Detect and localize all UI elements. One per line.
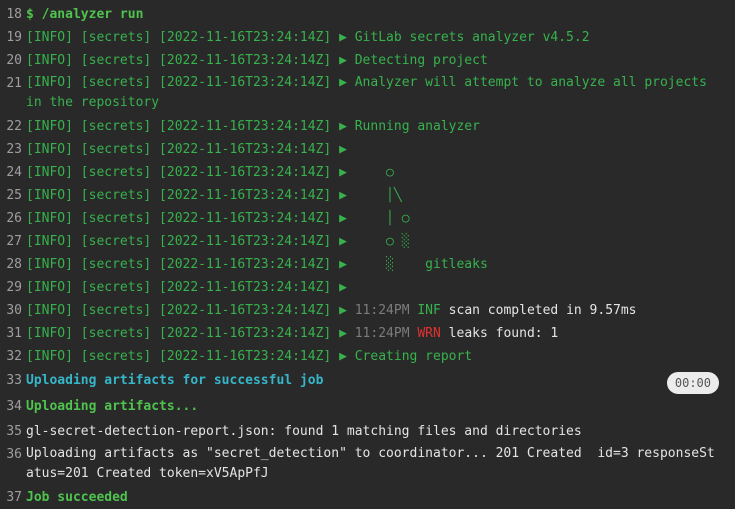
log-line-21: 21 [INFO] [secrets] [2022-11-16T23:24:14… — [0, 72, 735, 115]
log-line-31: 31 [INFO] [secrets] [2022-11-16T23:24:14… — [0, 322, 735, 345]
log-text: GitLab secrets analyzer v4.5.2 — [354, 30, 590, 45]
log-line-30: 30 [INFO] [secrets] [2022-11-16T23:24:14… — [0, 299, 735, 322]
log-prefix: [INFO] [secrets] [2022-11-16T23:24:14Z] … — [26, 188, 355, 203]
log-prefix: [INFO] [secrets] [2022-11-16T23:24:14Z] … — [26, 75, 355, 90]
log-prefix: [INFO] [secrets] [2022-11-16T23:24:14Z] … — [26, 349, 355, 364]
section-header-text: Uploading artifacts for successful job — [26, 373, 324, 388]
ascii-art: │╲ — [354, 188, 402, 203]
log-line-34: 34 Uploading artifacts... — [0, 394, 735, 420]
line-number[interactable]: 37 — [0, 486, 28, 509]
line-number[interactable]: 25 — [0, 184, 28, 207]
job-log: 18 $ /analyzer run 19 [INFO] [secrets] [… — [0, 0, 735, 505]
ascii-art: ○ — [354, 165, 394, 180]
line-number[interactable]: 23 — [0, 138, 28, 161]
ascii-art: │ ○ — [354, 211, 410, 226]
job-status-text: Job succeeded — [26, 490, 128, 505]
log-line-26: 26 [INFO] [secrets] [2022-11-16T23:24:14… — [0, 207, 735, 230]
log-text: Running analyzer — [354, 119, 480, 134]
line-number[interactable]: 22 — [0, 115, 28, 138]
log-text: Detecting project — [354, 53, 488, 68]
line-number[interactable]: 19 — [0, 26, 28, 49]
log-text: Creating report — [354, 349, 473, 364]
line-number[interactable]: 28 — [0, 253, 28, 276]
log-prefix: [INFO] [secrets] [2022-11-16T23:24:14Z] … — [26, 303, 355, 318]
log-prefix: [INFO] [secrets] [2022-11-16T23:24:14Z] … — [26, 165, 355, 180]
log-line-24: 24 [INFO] [secrets] [2022-11-16T23:24:14… — [0, 161, 735, 184]
line-number[interactable]: 31 — [0, 322, 28, 345]
log-line-29: 29 [INFO] [secrets] [2022-11-16T23:24:14… — [0, 276, 735, 299]
log-text: Uploading artifacts... — [26, 399, 199, 414]
log-line-27: 27 [INFO] [secrets] [2022-11-16T23:24:14… — [0, 230, 735, 253]
line-number[interactable]: 32 — [0, 345, 28, 368]
log-line-35: 35 gl-secret-detection-report.json: foun… — [0, 420, 735, 443]
log-prefix: [INFO] [secrets] [2022-11-16T23:24:14Z] … — [26, 211, 355, 226]
log-line-18: 18 $ /analyzer run — [0, 3, 735, 26]
log-line-19: 19 [INFO] [secrets] [2022-11-16T23:24:14… — [0, 26, 735, 49]
log-text: gl-secret-detection-report.json: found 1… — [26, 424, 582, 439]
log-prefix: [INFO] [secrets] [2022-11-16T23:24:14Z] … — [26, 53, 355, 68]
log-text: $ /analyzer run — [26, 7, 144, 22]
log-section-upload-artifacts[interactable]: 33 Uploading artifacts for successful jo… — [0, 368, 735, 394]
log-line-25: 25 [INFO] [secrets] [2022-11-16T23:24:14… — [0, 184, 735, 207]
log-line-28: 28 [INFO] [secrets] [2022-11-16T23:24:14… — [0, 253, 735, 276]
line-number[interactable]: 29 — [0, 276, 28, 299]
log-line-22: 22 [INFO] [secrets] [2022-11-16T23:24:14… — [0, 115, 735, 138]
log-prefix: [INFO] [secrets] [2022-11-16T23:24:14Z] … — [26, 257, 355, 272]
log-line-37: 37 Job succeeded — [0, 486, 735, 509]
log-line-32: 32 [INFO] [secrets] [2022-11-16T23:24:14… — [0, 345, 735, 368]
log-text: Uploading artifacts as "secret_detection… — [26, 446, 715, 481]
ascii-art: ○ ░ — [354, 234, 410, 249]
line-number[interactable]: 27 — [0, 230, 28, 253]
line-number[interactable]: 30 — [0, 299, 28, 322]
log-prefix: [INFO] [secrets] [2022-11-16T23:24:14Z] … — [26, 142, 355, 157]
log-time: 11:24PM — [354, 326, 410, 341]
log-level-wrn: WRN — [417, 326, 441, 341]
line-number[interactable]: 34 — [0, 394, 28, 420]
ascii-art: ░ gitleaks — [354, 257, 488, 272]
log-prefix: [INFO] [secrets] [2022-11-16T23:24:14Z] … — [26, 119, 355, 134]
section-duration-badge: 00:00 — [666, 372, 719, 394]
log-line-23: 23 [INFO] [secrets] [2022-11-16T23:24:14… — [0, 138, 735, 161]
line-number[interactable]: 33 — [0, 368, 28, 394]
log-level-inf: INF — [417, 303, 441, 318]
log-line-36: 36 Uploading artifacts as "secret_detect… — [0, 443, 735, 486]
log-prefix: [INFO] [secrets] [2022-11-16T23:24:14Z] … — [26, 234, 355, 249]
log-message: leaks found: 1 — [448, 326, 559, 341]
log-time: 11:24PM — [354, 303, 410, 318]
log-prefix: [INFO] [secrets] [2022-11-16T23:24:14Z] … — [26, 280, 355, 295]
line-number[interactable]: 20 — [0, 49, 28, 72]
log-prefix: [INFO] [secrets] [2022-11-16T23:24:14Z] … — [26, 326, 355, 341]
log-line-20: 20 [INFO] [secrets] [2022-11-16T23:24:14… — [0, 49, 735, 72]
line-number[interactable]: 36 — [0, 443, 28, 466]
line-number[interactable]: 18 — [0, 3, 28, 26]
log-prefix: [INFO] [secrets] [2022-11-16T23:24:14Z] … — [26, 30, 355, 45]
log-message: scan completed in 9.57ms — [448, 303, 637, 318]
line-number[interactable]: 35 — [0, 420, 28, 443]
line-number[interactable]: 26 — [0, 207, 28, 230]
line-number[interactable]: 24 — [0, 161, 28, 184]
line-number[interactable]: 21 — [0, 72, 28, 95]
